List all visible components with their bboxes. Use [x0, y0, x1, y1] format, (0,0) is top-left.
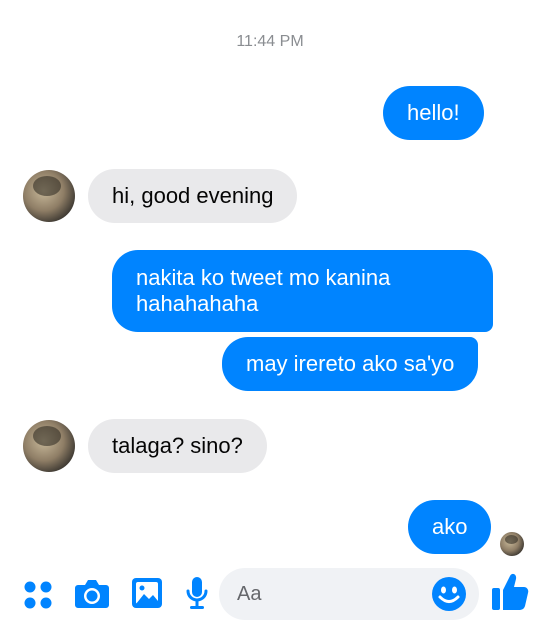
apps-icon[interactable]: [23, 580, 53, 615]
message-bubble-incoming[interactable]: hi, good evening: [88, 169, 298, 223]
message-bubble-outgoing[interactable]: ako: [408, 500, 492, 554]
contact-avatar[interactable]: [23, 170, 75, 222]
microphone-icon[interactable]: [186, 576, 208, 615]
emoji-icon[interactable]: [431, 576, 467, 617]
seen-receipt-avatar: [500, 532, 524, 556]
message-timestamp: 11:44 PM: [236, 33, 304, 50]
message-input[interactable]: Aa: [219, 568, 479, 620]
contact-avatar[interactable]: [23, 420, 75, 472]
thumbs-up-icon[interactable]: [491, 572, 529, 617]
message-bubble-outgoing[interactable]: nakita ko tweet mo kanina hahahahaha: [112, 250, 493, 332]
gallery-icon[interactable]: [131, 577, 163, 614]
camera-icon[interactable]: [74, 577, 110, 614]
message-bubble-incoming[interactable]: talaga? sino?: [88, 419, 267, 473]
message-bubble-outgoing[interactable]: hello!: [383, 86, 484, 140]
message-composer: Aa: [0, 560, 540, 625]
message-input-placeholder: Aa: [237, 583, 262, 605]
message-bubble-outgoing[interactable]: may irereto ako sa'yo: [222, 337, 479, 391]
